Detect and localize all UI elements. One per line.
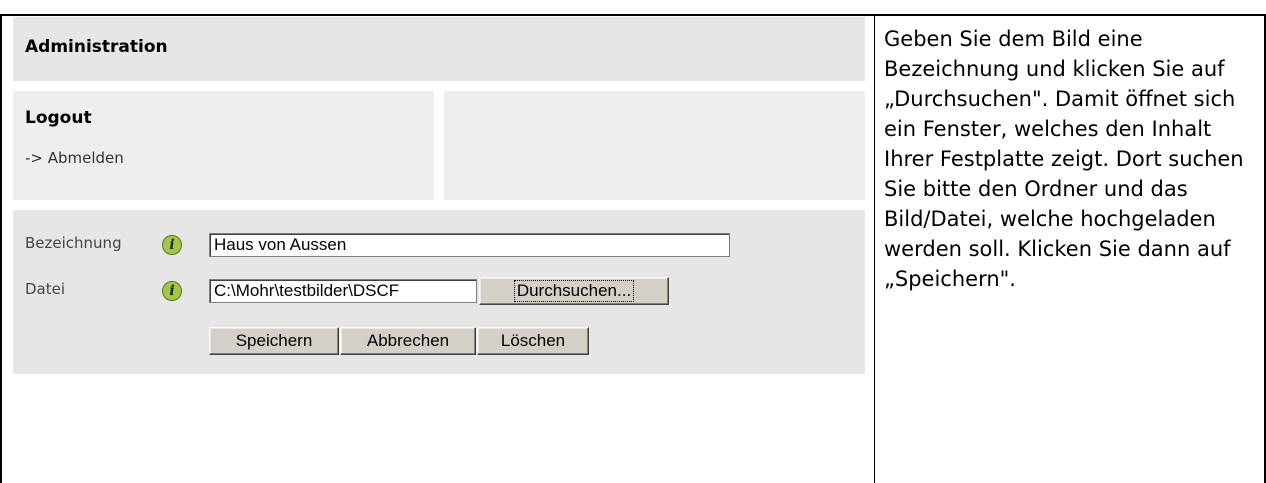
cut-off-heading <box>0 0 1266 16</box>
browse-button-label: Durchsuchen... <box>513 280 635 302</box>
name-input[interactable]: Haus von Aussen <box>209 233 730 257</box>
cancel-button[interactable]: Abbrechen <box>340 327 476 355</box>
info-icon[interactable]: i <box>162 235 182 255</box>
file-path-input[interactable]: C:\Mohr\testbilder\DSCF <box>209 279 477 303</box>
admin-header-title: Administration <box>25 37 168 57</box>
browse-button[interactable]: Durchsuchen... <box>479 277 669 305</box>
table-border-left <box>0 14 2 483</box>
delete-button[interactable]: Löschen <box>477 327 589 355</box>
save-button[interactable]: Speichern <box>209 327 339 355</box>
logout-title: Logout <box>25 108 92 128</box>
cancel-button-label: Abbrechen <box>366 331 450 350</box>
upload-form: Bezeichnung i Haus von Aussen Datei i C:… <box>13 210 865 374</box>
file-label: Datei <box>25 280 66 298</box>
empty-panel <box>444 91 865 200</box>
logout-panel: Logout -> Abmelden <box>13 91 434 200</box>
delete-button-label: Löschen <box>500 331 566 350</box>
column-divider <box>874 14 875 483</box>
name-label: Bezeichnung <box>25 234 122 252</box>
info-icon[interactable]: i <box>162 281 182 301</box>
instructions-text: Geben Sie dem Bild eine Bezeichnung und … <box>884 27 1244 291</box>
logout-link[interactable]: -> Abmelden <box>25 149 124 167</box>
save-button-label: Speichern <box>235 331 313 350</box>
admin-header: Administration <box>13 17 865 81</box>
